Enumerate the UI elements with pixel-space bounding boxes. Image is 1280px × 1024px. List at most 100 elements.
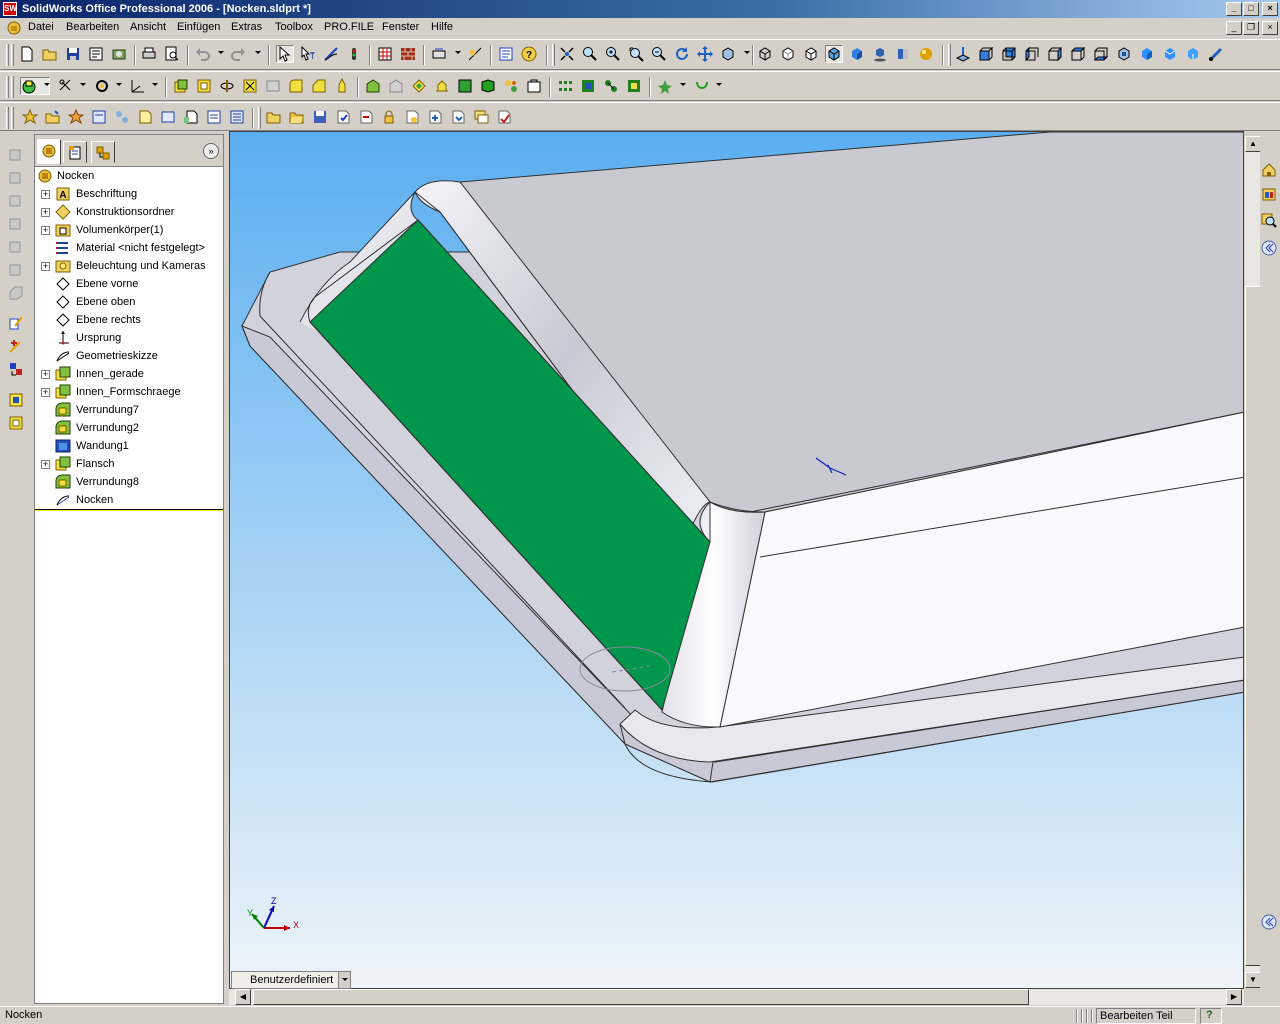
zoom-selection-icon[interactable] <box>627 45 645 63</box>
axis-dropdown[interactable] <box>152 83 158 86</box>
design-library-icon[interactable] <box>1261 186 1279 204</box>
toolbar-grip[interactable] <box>11 44 14 66</box>
tree-node-ebene-rechts[interactable]: Ebene rechts <box>35 311 223 329</box>
toolbar-grip[interactable] <box>6 76 9 98</box>
toolbar-grip[interactable] <box>948 44 951 66</box>
tree-node-innen-gerade[interactable]: + Innen_gerade <box>35 365 223 383</box>
close-button[interactable]: × <box>1262 2 1278 16</box>
save-db-icon[interactable] <box>311 108 329 126</box>
expand-toggle[interactable]: + <box>41 370 50 379</box>
pan-icon[interactable] <box>696 45 714 63</box>
shaded-edges-icon[interactable] <box>825 45 843 63</box>
curve-dropdown[interactable] <box>716 83 722 86</box>
shaded-icon[interactable] <box>848 45 866 63</box>
folder-icon[interactable] <box>288 108 306 126</box>
curves-dropdown[interactable] <box>116 83 122 86</box>
tree-node-root[interactable]: Nocken <box>35 167 223 185</box>
tree-node-ebene-vorne[interactable]: Ebene vorne <box>35 275 223 293</box>
sketch-edit-icon[interactable] <box>8 315 26 333</box>
expand-toggle[interactable]: + <box>41 460 50 469</box>
notes-icon[interactable] <box>472 108 490 126</box>
tree-node-verrundung2[interactable]: Verrundung2 <box>35 419 223 437</box>
profile-version-icon[interactable] <box>228 108 246 126</box>
horizontal-scrollbar[interactable]: ◀ ▶ <box>229 989 1244 1005</box>
options-icon[interactable] <box>110 45 128 63</box>
home-icon[interactable] <box>1261 162 1279 180</box>
reference-dropdown[interactable] <box>80 83 86 86</box>
menu-toolbox[interactable]: Toolbox <box>275 21 313 33</box>
feature-extrude-icon[interactable] <box>20 77 50 95</box>
zoom-in-icon[interactable] <box>604 45 622 63</box>
boss-extrude-icon[interactable] <box>172 77 190 95</box>
print-preview-icon[interactable] <box>87 45 105 63</box>
trimetric-icon[interactable] <box>1138 45 1156 63</box>
left-view-icon[interactable] <box>1023 45 1041 63</box>
toolbar-grip[interactable] <box>552 44 555 66</box>
document-icon[interactable] <box>426 108 444 126</box>
configuration-tab-dropdown[interactable] <box>338 972 350 988</box>
mdi-close-button[interactable]: × <box>1262 21 1278 35</box>
print-icon[interactable] <box>140 45 158 63</box>
new-icon[interactable] <box>18 45 36 63</box>
sketch-point-icon[interactable] <box>656 77 674 95</box>
tree-node-flansch[interactable]: + Flansch <box>35 455 223 473</box>
expand-toggle[interactable]: + <box>41 190 50 199</box>
minimize-button[interactable]: _ <box>1226 2 1242 16</box>
axis-icon[interactable] <box>129 77 147 95</box>
tree-node-volumenkoerper[interactable]: + Volumenkörper(1) <box>35 221 223 239</box>
view-orientation-icon[interactable] <box>719 45 737 63</box>
folder-open-icon[interactable] <box>265 108 283 126</box>
normal-to-icon[interactable] <box>954 45 972 63</box>
toolbar-grip[interactable] <box>11 76 14 98</box>
menu-profile[interactable]: PRO.FILE <box>324 21 374 33</box>
properties-icon[interactable] <box>497 45 515 63</box>
zoom-out-icon[interactable] <box>650 45 668 63</box>
toolbar-grip[interactable] <box>6 107 9 129</box>
sketch-icon[interactable] <box>322 45 340 63</box>
brick-icon[interactable] <box>399 45 417 63</box>
sketch-point-dropdown[interactable] <box>680 83 686 86</box>
model-view[interactable]: X Y Z <box>230 132 1244 989</box>
redo-icon[interactable] <box>229 45 247 63</box>
indent-icon[interactable] <box>625 77 643 95</box>
expand-toggle[interactable]: + <box>41 208 50 217</box>
flex-icon[interactable] <box>556 77 574 95</box>
menu-datei[interactable]: Datei <box>28 21 54 33</box>
shadows-icon[interactable] <box>871 45 889 63</box>
help-icon[interactable]: ? <box>520 45 538 63</box>
hidden-lines-removed-icon[interactable] <box>802 45 820 63</box>
deform-icon[interactable] <box>602 77 620 95</box>
loft-icon[interactable] <box>264 77 282 95</box>
sketch-entity-icon[interactable] <box>8 261 26 279</box>
relations-icon[interactable] <box>8 361 26 379</box>
view-orientation-dropdown[interactable] <box>744 51 750 54</box>
tree-node-verrundung7[interactable]: Verrundung7 <box>35 401 223 419</box>
save-icon[interactable] <box>64 45 82 63</box>
tree-node-wandung1[interactable]: Wandung1 <box>35 437 223 455</box>
curves-icon[interactable] <box>93 77 111 95</box>
linear-pattern-icon[interactable] <box>479 77 497 95</box>
configuration-tab[interactable]: Benutzerdefiniert <box>231 971 351 989</box>
select-icon[interactable] <box>276 45 294 63</box>
attach-icon[interactable] <box>449 108 467 126</box>
open-icon[interactable] <box>41 45 59 63</box>
menu-einfuegen[interactable]: Einfügen <box>177 21 220 33</box>
app-icon[interactable]: SW <box>3 2 17 16</box>
cut-extrude-icon[interactable] <box>195 77 213 95</box>
tree-node-material[interactable]: Material <nicht festgelegt> <box>35 239 223 257</box>
menu-ansicht[interactable]: Ansicht <box>130 21 166 33</box>
link-views-icon[interactable] <box>1207 45 1225 63</box>
expand-toggle[interactable]: + <box>41 226 50 235</box>
rebuild-icon[interactable] <box>345 45 363 63</box>
rib-icon[interactable] <box>364 77 382 95</box>
toolbar-grip[interactable] <box>258 107 261 129</box>
draft-icon[interactable] <box>387 77 405 95</box>
scroll-up-button[interactable]: ▲ <box>1245 136 1261 152</box>
dimension-icon[interactable] <box>430 45 448 63</box>
extrude-sketch-icon[interactable] <box>8 392 26 410</box>
sweep-icon[interactable] <box>241 77 259 95</box>
curve-through-points-icon[interactable] <box>693 77 711 95</box>
back-view-icon[interactable] <box>1000 45 1018 63</box>
preview-icon[interactable] <box>163 45 181 63</box>
search-icon[interactable] <box>1261 212 1279 230</box>
